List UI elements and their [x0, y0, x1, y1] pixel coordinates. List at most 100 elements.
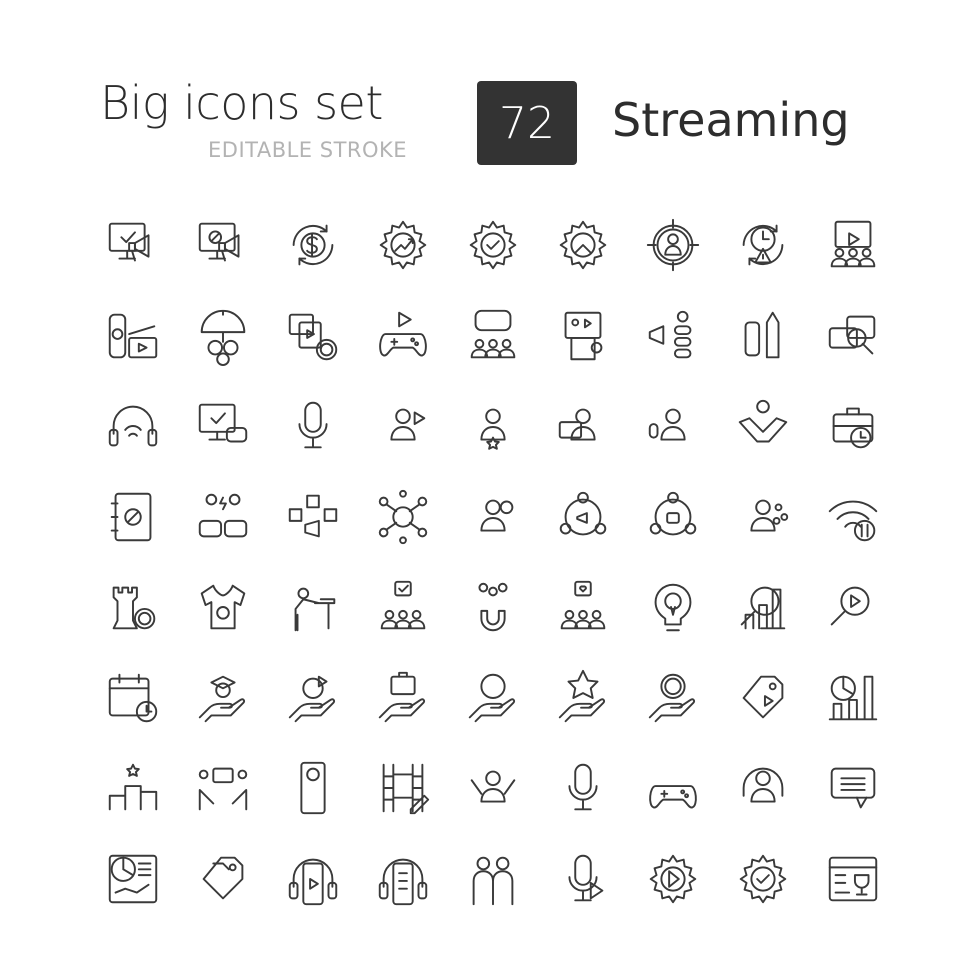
- icon-cell: [358, 472, 448, 563]
- icon-cell: [808, 562, 898, 653]
- icon-grid: [88, 200, 898, 924]
- icon-cell: [448, 381, 538, 472]
- icon-cell: [538, 381, 628, 472]
- people-greeting-icon: [472, 856, 514, 905]
- icon-cell: [88, 472, 178, 563]
- team-heart-icon: [560, 581, 606, 630]
- monitor-megaphone-blocked-icon: [198, 222, 240, 262]
- tired-worker-icon: [294, 587, 336, 632]
- icon-cell: [88, 743, 178, 834]
- chat-search-icon: [828, 315, 876, 355]
- icon-cell: [808, 834, 898, 925]
- icon-cell: [538, 743, 628, 834]
- icon-cell: [358, 653, 448, 744]
- tshirt-blocked-icon: [200, 584, 246, 630]
- icon-cell: [358, 381, 448, 472]
- icon-cell: [718, 381, 808, 472]
- gear-growth-icon: [379, 221, 427, 270]
- gamers-versus-icon: [198, 493, 248, 538]
- icon-cell: [538, 472, 628, 563]
- streamer-play-icon: [390, 408, 426, 441]
- megaphone-people-icon: [648, 310, 692, 359]
- icon-cell: [88, 200, 178, 291]
- woman-headset-icon: [742, 767, 784, 803]
- icon-cell: [358, 834, 448, 925]
- icon-cell: [88, 291, 178, 382]
- wifi-transfer-icon: [828, 500, 878, 541]
- icon-cell: [538, 291, 628, 382]
- community-megaphone-icon: [559, 491, 607, 536]
- esports-players-icon: [198, 767, 248, 811]
- podium-ranking-icon: [108, 764, 158, 811]
- icon-cell: [628, 653, 718, 744]
- icon-cell: [268, 834, 358, 925]
- target-person-icon: [646, 219, 700, 272]
- icon-cell: [718, 200, 808, 291]
- icon-cell: [358, 743, 448, 834]
- clock-warning-cycle-icon: [742, 224, 784, 266]
- icon-cell: [718, 472, 808, 563]
- dashboard-report-icon: [108, 854, 158, 903]
- lightbulb-gear-pencil-icon: [654, 584, 692, 632]
- hand-dollar-cycle-icon: [648, 673, 696, 722]
- person-headset-microphone-icon: [648, 408, 686, 441]
- count-badge: 72: [477, 81, 577, 165]
- hand-star-play-icon: [558, 669, 606, 722]
- icon-cell: [808, 200, 898, 291]
- icon-cell: [448, 834, 538, 925]
- icon-cell: [808, 472, 898, 563]
- gear-check-icon: [469, 221, 517, 270]
- icon-cell: [538, 834, 628, 925]
- media-files-gear-icon: [288, 313, 338, 360]
- icon-cell: [178, 200, 268, 291]
- headphones-phone-checklist-icon: [378, 858, 428, 905]
- icon-cell: [178, 562, 268, 653]
- icon-cell: [808, 743, 898, 834]
- person-star-icon: [480, 408, 506, 450]
- headphones-phone-play-icon: [288, 858, 338, 905]
- chess-rook-gear-icon: [112, 586, 156, 630]
- icon-cell: [178, 291, 268, 382]
- price-tags-icon: [202, 856, 244, 900]
- price-tag-video-icon: [742, 675, 784, 719]
- dollar-network-icon: [378, 489, 428, 544]
- icon-cell: [718, 834, 808, 925]
- icon-cell: [358, 291, 448, 382]
- icon-cell: [268, 653, 358, 744]
- headphones-wireless-icon: [108, 405, 158, 447]
- icon-cell: [448, 653, 538, 744]
- person-headset-computer-icon: [558, 408, 596, 441]
- gear-pie-icon: [559, 221, 607, 270]
- speaker-audience-icon: [750, 499, 789, 532]
- icon-cell: [88, 653, 178, 744]
- hand-dollar-icon: [468, 673, 516, 722]
- icon-cell: [448, 200, 538, 291]
- dollar-cycle-icon: [292, 224, 334, 266]
- count-value: 72: [499, 97, 555, 149]
- streamer-cheering-icon: [470, 770, 516, 803]
- icon-cell: [88, 834, 178, 925]
- notebook-blocked-icon: [110, 492, 152, 541]
- icon-cell: [268, 472, 358, 563]
- microphone-play-icon: [568, 854, 604, 902]
- monitor-megaphone-check-icon: [108, 222, 150, 262]
- umbrella-insurance-icon: [200, 309, 246, 366]
- icon-cell: [178, 653, 268, 744]
- icon-cell: [718, 743, 808, 834]
- icon-cell: [448, 291, 538, 382]
- icon-cell: [358, 200, 448, 291]
- phone-emoji-reaction-icon: [300, 762, 326, 815]
- gamepad-team-icon: [470, 309, 516, 359]
- icon-cell: [628, 200, 718, 291]
- icon-cell: [268, 562, 358, 653]
- icon-cell: [718, 562, 808, 653]
- icon-cell: [178, 743, 268, 834]
- briefcase-clock-icon: [832, 407, 874, 449]
- icon-cell: [538, 562, 628, 653]
- multiple-gamepads-icon: [649, 785, 697, 809]
- online-course-icon: [564, 311, 603, 360]
- team-approval-icon: [380, 581, 426, 630]
- search-idea-chart-icon: [740, 586, 786, 630]
- icon-cell: [268, 743, 358, 834]
- web-trophy-icon: [828, 856, 878, 902]
